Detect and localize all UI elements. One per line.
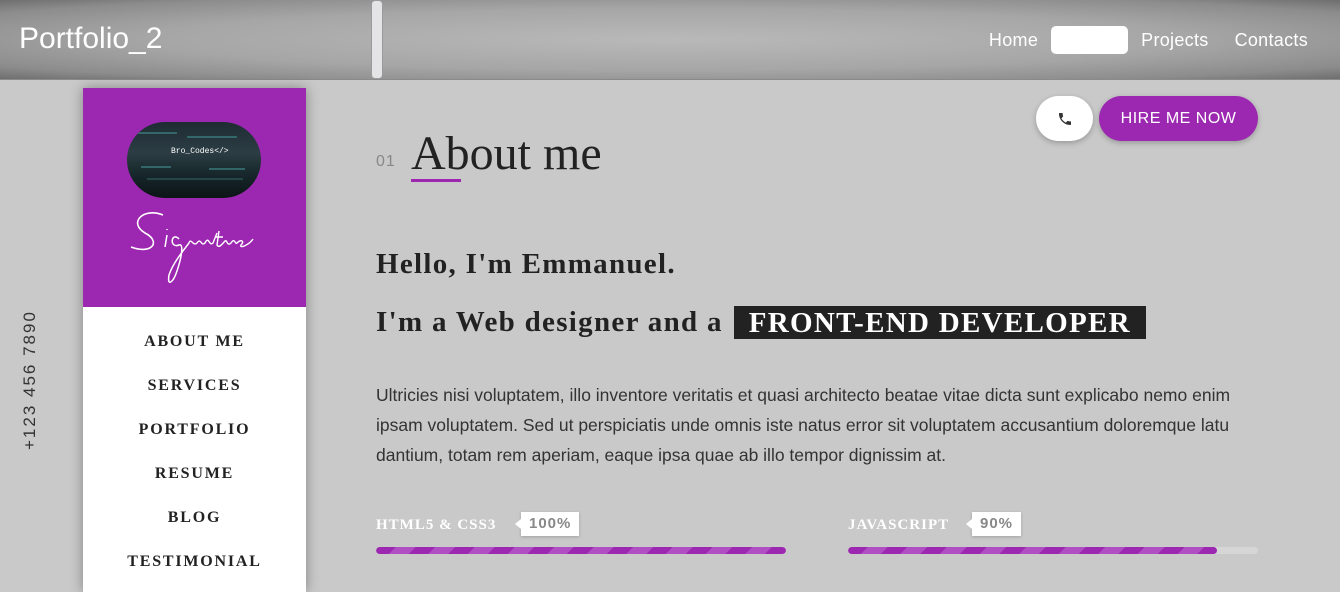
role-prefix: I'm a Web designer and a <box>376 306 723 338</box>
skill-name: JAVASCRIPT <box>848 517 950 533</box>
hire-me-button[interactable]: HIRE ME NOW <box>1099 96 1258 141</box>
skill-progress-track <box>848 547 1258 554</box>
sidebar: Bro_Codes</> ABOUT ME SERVICES PORTFOLIO… <box>83 88 306 592</box>
sidebar-menu: ABOUT ME SERVICES PORTFOLIO RESUME BLOG … <box>83 307 306 592</box>
main-nav: Home Projects Contacts <box>963 26 1308 54</box>
nav-projects[interactable]: Projects <box>1141 30 1208 51</box>
sidebar-header: Bro_Codes</> <box>83 88 306 307</box>
title-underline <box>411 179 461 182</box>
section-number: 01 <box>376 153 396 170</box>
resize-handle[interactable] <box>371 0 383 79</box>
signature-image <box>130 212 254 283</box>
menu-item-blog[interactable]: BLOG <box>83 509 306 553</box>
skill-progress-fill <box>376 547 786 554</box>
nav-active-pill[interactable] <box>1051 26 1129 54</box>
nav-contacts[interactable]: Contacts <box>1235 30 1308 51</box>
menu-item-portfolio[interactable]: PORTFOLIO <box>83 421 306 465</box>
avatar-caption: Bro_Codes</> <box>171 147 229 156</box>
skill-progress-fill <box>848 547 1217 554</box>
menu-item-resume[interactable]: RESUME <box>83 465 306 509</box>
section-title: About me <box>411 127 602 180</box>
call-button[interactable] <box>1036 96 1093 141</box>
phone-number[interactable]: +123 456 7890 <box>20 310 40 450</box>
top-navbar: Portfolio_2 Home Projects Contacts <box>0 0 1340 80</box>
skill-percent-badge: 100% <box>514 512 580 536</box>
brand-title[interactable]: Portfolio_2 <box>19 22 162 56</box>
skill-name: HTML5 & CSS3 <box>376 517 497 533</box>
greeting-heading: Hello, I'm Emmanuel. <box>376 248 676 280</box>
avatar: Bro_Codes</> <box>127 122 261 198</box>
menu-item-about[interactable]: ABOUT ME <box>83 333 306 377</box>
menu-item-services[interactable]: SERVICES <box>83 377 306 421</box>
role-highlight: FRONT-END DEVELOPER <box>733 306 1146 339</box>
skill-percent-badge: 90% <box>965 512 1022 536</box>
about-description: Ultricies nisi voluptatem, illo inventor… <box>376 385 1231 465</box>
menu-item-testimonial[interactable]: TESTIMONIAL <box>83 553 306 592</box>
nav-home[interactable]: Home <box>989 30 1038 51</box>
phone-icon <box>1058 112 1071 125</box>
role-heading: I'm a Web designer and a FRONT-END DEVEL… <box>376 306 1146 339</box>
skill-progress-track <box>376 547 786 554</box>
